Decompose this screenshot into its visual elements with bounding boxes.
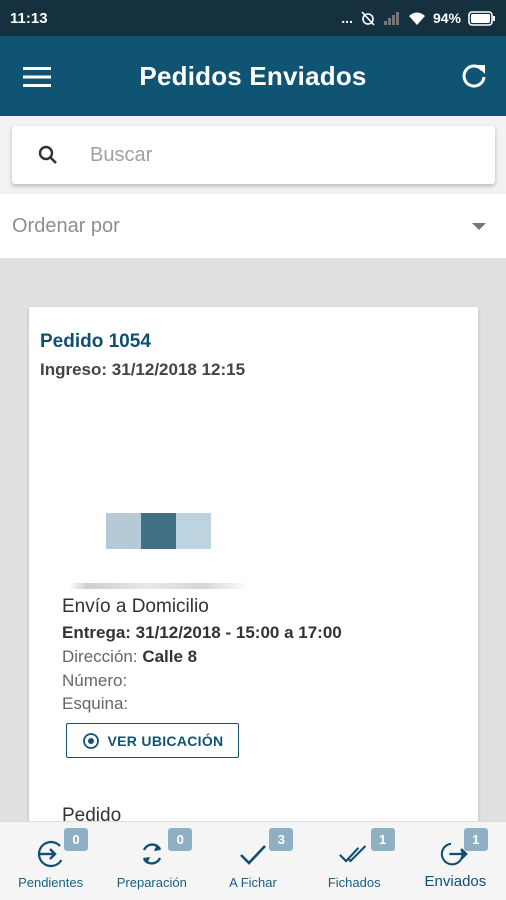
nav-pendientes-label: Pendientes bbox=[18, 875, 84, 890]
redacted-area bbox=[37, 392, 267, 586]
nav-enviados-label: Enviados bbox=[424, 873, 487, 890]
number-label: Número: bbox=[62, 671, 128, 690]
order-entry-date: Ingreso: 31/12/2018 12:15 bbox=[40, 360, 246, 379]
address-value: Calle 8 bbox=[142, 647, 198, 666]
fichados-badge: 1 bbox=[370, 828, 395, 851]
battery-icon bbox=[468, 10, 495, 26]
nav-fichados-label: Fichados bbox=[327, 875, 381, 890]
page-title: Pedidos Enviados bbox=[139, 60, 367, 91]
chevron-down-icon bbox=[472, 222, 486, 230]
status-icons: ... 94% bbox=[341, 10, 496, 26]
a-fichar-badge: 3 bbox=[269, 828, 294, 851]
status-bar: 11:13 ... 94% bbox=[0, 0, 506, 36]
sort-dropdown[interactable]: Ordenar por bbox=[0, 194, 506, 258]
signal-icon bbox=[383, 12, 399, 25]
nav-pendientes[interactable]: 0 Pendientes bbox=[0, 822, 101, 900]
view-location-button[interactable]: VER UBICACIÓN bbox=[66, 723, 239, 758]
status-dots: ... bbox=[341, 10, 353, 26]
order-card[interactable]: Pedido 1054 Ingreso: 31/12/2018 12:15 En… bbox=[29, 307, 478, 827]
corner-label: Esquina: bbox=[62, 694, 129, 713]
filter-area: Ordenar por bbox=[0, 116, 506, 258]
address-label: Dirección: bbox=[62, 647, 138, 666]
pendientes-badge: 0 bbox=[64, 828, 88, 851]
app-bar: Pedidos Enviados bbox=[0, 36, 506, 116]
nav-fichados[interactable]: 1 Fichados bbox=[304, 822, 405, 900]
address-line: Dirección: Calle 8 bbox=[62, 647, 197, 667]
wifi-icon bbox=[408, 12, 425, 25]
sort-label: Ordenar por bbox=[12, 214, 120, 237]
nav-a-fichar-label: A Fichar bbox=[229, 875, 277, 890]
divider bbox=[69, 583, 249, 589]
view-location-label: VER UBICACIÓN bbox=[107, 732, 224, 749]
alarm-off-icon bbox=[361, 11, 375, 26]
double-check-icon bbox=[339, 839, 369, 869]
pixelated-image bbox=[106, 513, 211, 549]
order-title: Pedido 1054 bbox=[40, 331, 151, 352]
delivery-time: Entrega: 31/12/2018 - 15:00 a 17:00 bbox=[62, 623, 342, 642]
status-time: 11:13 bbox=[10, 9, 48, 27]
nav-a-fichar[interactable]: 3 A Fichar bbox=[202, 822, 303, 900]
shipping-type: Envío a Domicilio bbox=[62, 596, 209, 617]
login-arrow-icon bbox=[36, 839, 66, 869]
bottom-navigation: 0 Pendientes 0 Preparación 3 A Fichar 1 … bbox=[0, 821, 506, 900]
battery-percent: 94% bbox=[432, 10, 461, 26]
refresh-icon[interactable] bbox=[456, 58, 492, 94]
location-target-icon bbox=[82, 732, 99, 749]
nav-enviados[interactable]: 1 Enviados bbox=[405, 822, 506, 900]
check-icon bbox=[238, 839, 268, 869]
nav-preparacion-label: Preparación bbox=[116, 875, 187, 890]
preparacion-badge: 0 bbox=[168, 828, 193, 851]
sync-icon bbox=[137, 839, 167, 869]
search-input[interactable] bbox=[90, 143, 470, 167]
enviados-badge: 1 bbox=[463, 828, 488, 851]
search-box[interactable] bbox=[12, 126, 495, 184]
search-icon bbox=[38, 145, 57, 164]
nav-preparacion[interactable]: 0 Preparación bbox=[101, 822, 202, 900]
hamburger-menu-icon[interactable] bbox=[20, 60, 54, 94]
